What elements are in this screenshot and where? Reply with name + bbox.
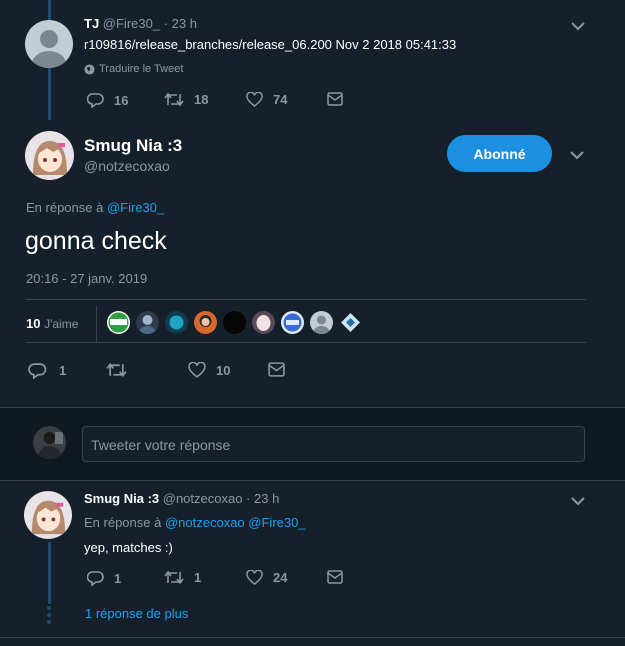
- mention-link[interactable]: @Fire30_: [107, 200, 164, 215]
- tweet-time[interactable]: · 23 h: [164, 16, 197, 31]
- divider: [0, 637, 625, 638]
- reply-icon: [28, 363, 47, 379]
- liker-avatar[interactable]: [194, 311, 217, 334]
- reply-count: 16: [114, 92, 129, 108]
- retweet-icon: [164, 570, 184, 585]
- divider: [0, 480, 625, 481]
- message-button[interactable]: [327, 92, 343, 106]
- reply-icon: [87, 93, 104, 108]
- reply-prefix: En réponse à: [84, 515, 162, 530]
- likers-list: [107, 311, 362, 334]
- author-handle[interactable]: @notzecoxao: [163, 491, 243, 506]
- retweet-button[interactable]: [106, 362, 137, 378]
- chevron-down-icon[interactable]: [570, 495, 586, 507]
- mail-icon: [268, 362, 285, 377]
- tweet-timestamp[interactable]: 20:16 - 27 janv. 2019: [26, 271, 147, 286]
- thread-line-top: [48, 0, 51, 22]
- message-button[interactable]: [268, 362, 285, 377]
- avatar[interactable]: [25, 131, 74, 180]
- author-handle[interactable]: @Fire30_: [103, 16, 160, 31]
- like-button[interactable]: 74: [246, 92, 287, 107]
- reply-icon: [87, 571, 104, 586]
- mail-icon: [327, 92, 343, 106]
- translate-label: Traduire le Tweet: [99, 63, 184, 75]
- reply-count: 1: [59, 363, 67, 378]
- retweet-count: 1: [194, 570, 202, 585]
- retweet-icon: [106, 362, 127, 378]
- avatar[interactable]: [24, 491, 72, 539]
- author-name[interactable]: Smug Nia :3: [84, 491, 159, 506]
- reply-count: 1: [114, 570, 122, 586]
- like-count: 24: [273, 570, 288, 585]
- mail-icon: [327, 570, 343, 584]
- tweet-text: yep, matches :): [84, 540, 173, 555]
- heart-icon: [246, 92, 263, 107]
- chevron-down-icon[interactable]: [569, 149, 585, 161]
- liker-avatar[interactable]: [339, 311, 362, 334]
- thread-dots: [47, 606, 51, 627]
- author-name[interactable]: TJ: [84, 16, 99, 31]
- retweet-button[interactable]: 1: [164, 570, 201, 585]
- globe-icon: [84, 63, 95, 75]
- message-button[interactable]: [327, 570, 343, 584]
- like-count: 74: [273, 92, 288, 107]
- retweet-button[interactable]: 18: [164, 92, 208, 107]
- retweet-icon: [164, 92, 184, 107]
- divider: [26, 342, 586, 343]
- reply-context: En réponse à @notzecoxao @Fire30_: [84, 515, 306, 530]
- reply-placeholder: Tweeter votre réponse: [91, 437, 231, 453]
- divider: [26, 299, 586, 300]
- divider: [96, 306, 97, 342]
- reply-button[interactable]: 1: [87, 570, 121, 586]
- likes-label: J'aime: [44, 317, 79, 331]
- translate-link[interactable]: Traduire le Tweet: [84, 63, 183, 75]
- tweet-header: Smug Nia :3 @notzecoxao · 23 h: [84, 491, 279, 506]
- like-count: 10: [216, 362, 231, 378]
- tweet-time[interactable]: · 23 h: [246, 491, 279, 506]
- reply-prefix: En réponse à: [26, 200, 104, 215]
- avatar[interactable]: [25, 20, 73, 68]
- thread-line-tweet1: [48, 68, 51, 120]
- reply-button[interactable]: 16: [87, 92, 128, 108]
- avatar: [33, 426, 66, 459]
- chevron-down-icon[interactable]: [570, 20, 586, 32]
- reply-context: En réponse à @Fire30_: [26, 200, 164, 215]
- heart-icon: [246, 570, 263, 585]
- liker-avatar[interactable]: [107, 311, 130, 334]
- tweet-header: TJ @Fire30_ · 23 h: [84, 16, 197, 31]
- liker-avatar[interactable]: [281, 311, 304, 334]
- liker-avatar[interactable]: [165, 311, 188, 334]
- liker-avatar[interactable]: [252, 311, 275, 334]
- heart-icon: [188, 362, 206, 378]
- like-button[interactable]: 24: [246, 570, 287, 585]
- retweet-count: 18: [194, 92, 209, 107]
- liker-avatar[interactable]: [136, 311, 159, 334]
- following-button[interactable]: Abonné: [447, 135, 552, 172]
- show-more-replies-link[interactable]: 1 réponse de plus: [85, 606, 188, 621]
- author-handle[interactable]: @notzecoxao: [84, 158, 170, 174]
- like-button[interactable]: 10: [188, 362, 230, 378]
- likes-summary[interactable]: 10 J'aime: [26, 316, 78, 331]
- reply-button[interactable]: 1: [28, 362, 66, 379]
- author-name[interactable]: Smug Nia :3: [84, 136, 182, 156]
- liker-avatar[interactable]: [223, 311, 246, 334]
- tweet-text: gonna check: [25, 227, 167, 255]
- likes-count: 10: [26, 316, 41, 331]
- thread-line-reply: [48, 542, 51, 604]
- mention-link[interactable]: @notzecoxao: [165, 515, 245, 530]
- mention-link[interactable]: @Fire30_: [248, 515, 305, 530]
- liker-avatar[interactable]: [310, 311, 333, 334]
- reply-input[interactable]: Tweeter votre réponse: [82, 426, 585, 462]
- tweet-text: r109816/release_branches/release_06.200 …: [84, 37, 457, 52]
